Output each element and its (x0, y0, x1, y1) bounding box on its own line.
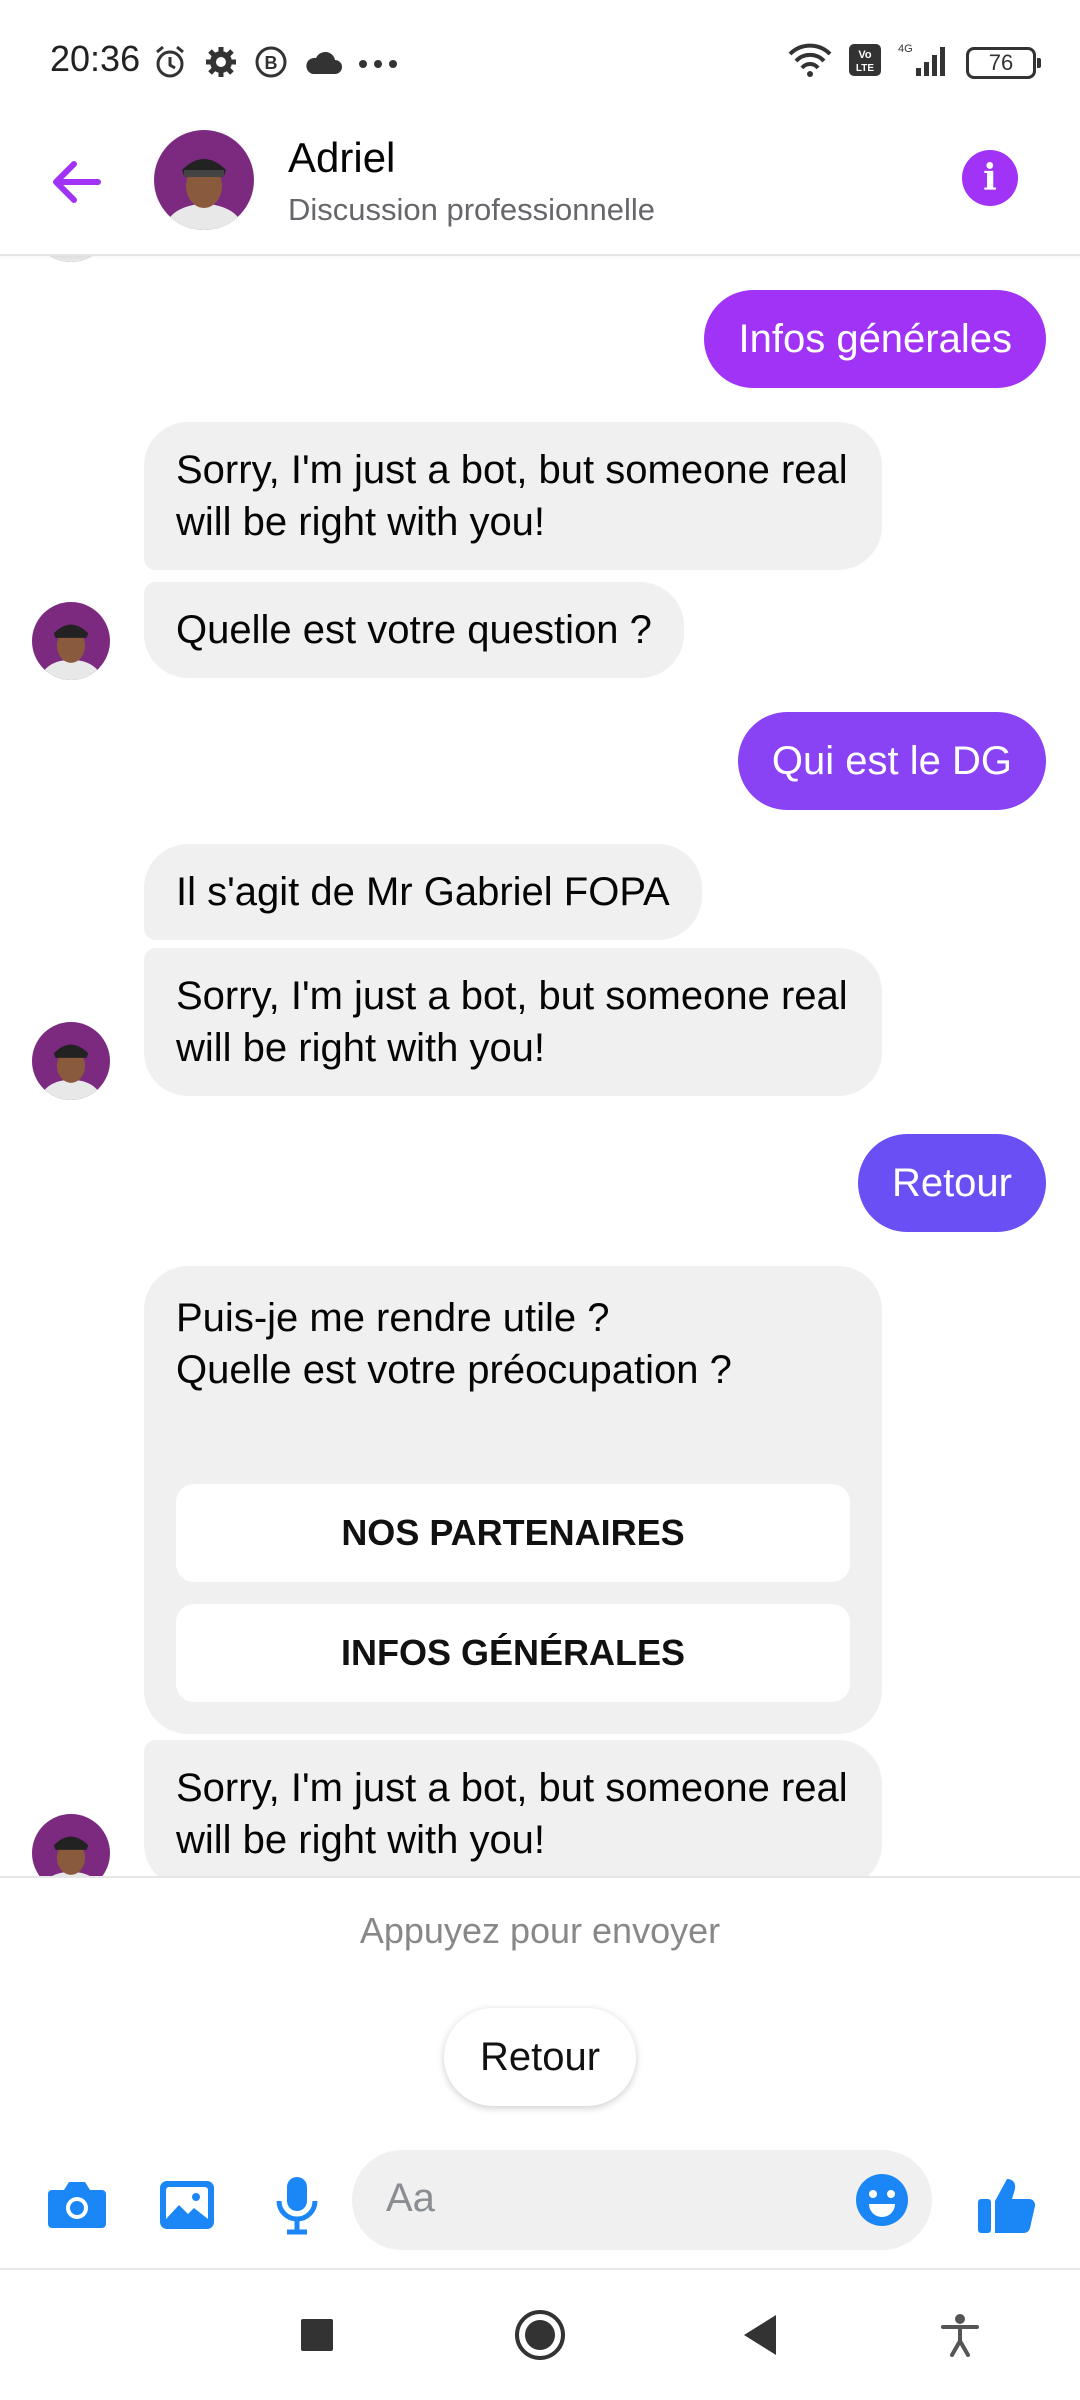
svg-text:Vo: Vo (858, 49, 872, 61)
accessibility-button[interactable] (925, 2300, 995, 2370)
status-icons-left: B (152, 44, 398, 85)
more-dots-icon (358, 56, 398, 74)
square-icon (301, 2319, 333, 2351)
avatar (32, 602, 110, 680)
recents-button[interactable] (282, 2300, 352, 2370)
chat-header: Adriel Discussion professionnelle i (0, 120, 1080, 256)
info-icon: i (983, 157, 997, 199)
message-incoming[interactable]: Sorry, I'm just a bot, but someone real … (144, 948, 882, 1096)
message-outgoing[interactable]: Infos générales (704, 290, 1046, 388)
message-incoming[interactable]: Quelle est votre question ? (144, 582, 684, 678)
message-list[interactable]: Infos générales Sorry, I'm just a bot, b… (0, 256, 1080, 1876)
avatar (32, 1814, 110, 1876)
message-outgoing[interactable]: Retour (857, 1134, 1046, 1232)
emoji-icon (856, 2174, 908, 2226)
triangle-back-icon (744, 2315, 776, 2355)
back-arrow-icon (53, 161, 101, 203)
b-circle-icon: B (254, 45, 288, 84)
profile-photo (154, 130, 254, 230)
svg-text:B: B (265, 53, 278, 73)
message-incoming[interactable]: Sorry, I'm just a bot, but someone real … (144, 422, 882, 570)
message-incoming[interactable]: Sorry, I'm just a bot, but someone real … (144, 1740, 882, 1876)
system-navigation-bar (0, 2270, 1080, 2400)
contact-name: Adriel (288, 134, 396, 181)
alarm-icon (152, 44, 188, 85)
cloud-icon (304, 48, 342, 81)
camera-icon (48, 2182, 106, 2228)
message-input[interactable]: Aa (352, 2150, 932, 2250)
thumbs-up-icon (978, 2179, 1036, 2234)
microphone-button[interactable] (262, 2170, 332, 2240)
quick-reply-hint: Appuyez pour envoyer (359, 1910, 721, 1951)
accessibility-icon (941, 2314, 979, 2357)
image-icon (160, 2181, 214, 2229)
svg-text:4G: 4G (898, 43, 913, 55)
message-input-placeholder: Aa (386, 2176, 435, 2220)
circle-icon (515, 2310, 565, 2360)
status-time: 20:36 (50, 38, 141, 79)
message-incoming[interactable]: Il s'agit de Mr Gabriel FOPA (144, 844, 702, 940)
status-bar: 20:36 B Vo LTE 4G 76 (0, 0, 1080, 120)
quick-replies: Appuyez pour envoyer Retour (0, 1876, 1080, 2146)
avatar (32, 1022, 110, 1100)
like-button[interactable] (972, 2170, 1042, 2240)
settings-icon (204, 45, 238, 84)
wifi-icon (786, 42, 834, 83)
home-button[interactable] (505, 2300, 575, 2370)
quick-reply-retour[interactable]: Retour (444, 2008, 636, 2106)
gallery-button[interactable] (152, 2170, 222, 2240)
contact-subtitle: Discussion professionnelle (288, 192, 656, 227)
emoji-button[interactable] (854, 2172, 910, 2233)
signal-icon: 4G (896, 42, 952, 83)
battery-icon: 76 (966, 46, 1041, 79)
menu-button-infos-generales[interactable]: INFOS GÉNÉRALES (176, 1604, 850, 1702)
back-nav-button[interactable] (725, 2300, 795, 2370)
camera-button[interactable] (42, 2170, 112, 2240)
microphone-icon (276, 2177, 318, 2235)
menu-text: Puis-je me rendre utile ? Quelle est vot… (176, 1296, 732, 1392)
message-outgoing[interactable]: Qui est le DG (737, 712, 1046, 810)
composer: Aa (0, 2146, 1080, 2270)
volte-icon: Vo LTE (848, 43, 882, 82)
avatar (32, 256, 110, 262)
bot-menu-card: Puis-je me rendre utile ? Quelle est vot… (144, 1266, 882, 1734)
info-button[interactable]: i (962, 150, 1018, 206)
svg-text:LTE: LTE (856, 63, 874, 74)
menu-button-partenaires[interactable]: NOS PARTENAIRES (176, 1484, 850, 1582)
status-icons-right: Vo LTE 4G 76 (786, 42, 1041, 83)
back-button[interactable] (44, 150, 108, 214)
avatar[interactable] (154, 130, 254, 230)
